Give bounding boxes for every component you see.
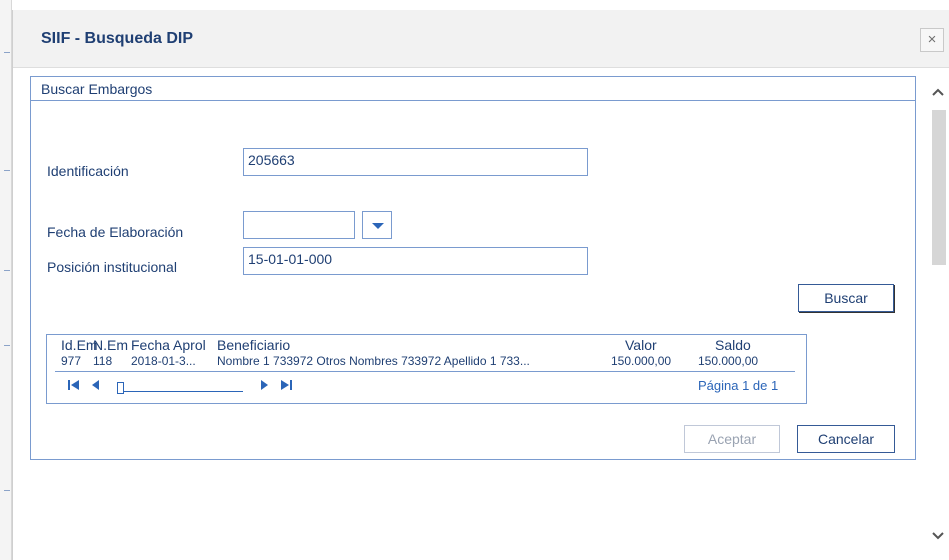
- posicion-institucional-input[interactable]: 15-01-01-000: [243, 247, 588, 275]
- buscar-button[interactable]: Buscar: [798, 284, 894, 312]
- first-page-icon[interactable]: [67, 379, 81, 394]
- dialog-title: SIIF - Busqueda DIP: [41, 30, 194, 47]
- close-button[interactable]: ×: [920, 28, 944, 52]
- column-header-fecha[interactable]: Fecha Aprol: [131, 337, 206, 353]
- last-page-icon[interactable]: [279, 379, 293, 394]
- prev-page-icon[interactable]: [91, 379, 101, 394]
- column-header-saldo[interactable]: Saldo: [715, 337, 751, 353]
- page-slider-track[interactable]: [117, 391, 243, 392]
- cell-idem[interactable]: 977: [61, 354, 81, 368]
- identificacion-input[interactable]: 205663: [243, 148, 588, 176]
- aceptar-button[interactable]: Aceptar: [684, 425, 780, 453]
- column-header-nem[interactable]: N.Em: [93, 337, 128, 353]
- buscar-embargos-panel: Buscar Embargos Identificación 205663 Fe…: [30, 76, 916, 460]
- page-slider-handle[interactable]: [117, 382, 124, 394]
- fecha-dropdown-button[interactable]: [362, 211, 392, 239]
- chevron-down-icon: [372, 223, 384, 229]
- posicion-institucional-label: Posición institucional: [47, 259, 177, 275]
- panel-title: Buscar Embargos: [41, 81, 153, 97]
- identificacion-label: Identificación: [47, 163, 129, 179]
- fecha-elaboracion-label: Fecha de Elaboración: [47, 224, 184, 240]
- page-info: Página 1 de 1: [698, 378, 779, 393]
- dialog-titlebar: SIIF - Busqueda DIP ×: [13, 10, 949, 68]
- panel-header: Buscar Embargos: [31, 77, 915, 101]
- chevron-down-icon[interactable]: [930, 528, 946, 546]
- column-header-valor[interactable]: Valor: [625, 337, 657, 353]
- scrollbar-thumb[interactable]: [932, 110, 946, 265]
- close-icon: ×: [927, 31, 937, 48]
- search-dialog: SIIF - Busqueda DIP × Buscar Embargos Id…: [12, 10, 949, 560]
- cell-beneficiario[interactable]: Nombre 1 733972 Otros Nombres 733972 Ape…: [217, 354, 530, 368]
- fecha-elaboracion-input[interactable]: [243, 211, 355, 239]
- column-header-beneficiario[interactable]: Beneficiario: [217, 337, 290, 353]
- chevron-up-icon[interactable]: [930, 84, 946, 102]
- cell-valor[interactable]: 150.000,00: [611, 354, 671, 368]
- cancelar-button[interactable]: Cancelar: [797, 425, 895, 453]
- vertical-scrollbar[interactable]: [926, 80, 949, 558]
- row-divider: [55, 371, 795, 372]
- next-page-icon[interactable]: [259, 379, 269, 394]
- cell-nem[interactable]: 118: [93, 354, 112, 368]
- cell-fecha[interactable]: 2018-01-3...: [131, 354, 196, 368]
- background-page-strip: [0, 0, 12, 560]
- cell-saldo[interactable]: 150.000,00: [698, 354, 758, 368]
- results-grid: Id.Em N.Em Fecha Aprol Beneficiario Valo…: [46, 334, 807, 404]
